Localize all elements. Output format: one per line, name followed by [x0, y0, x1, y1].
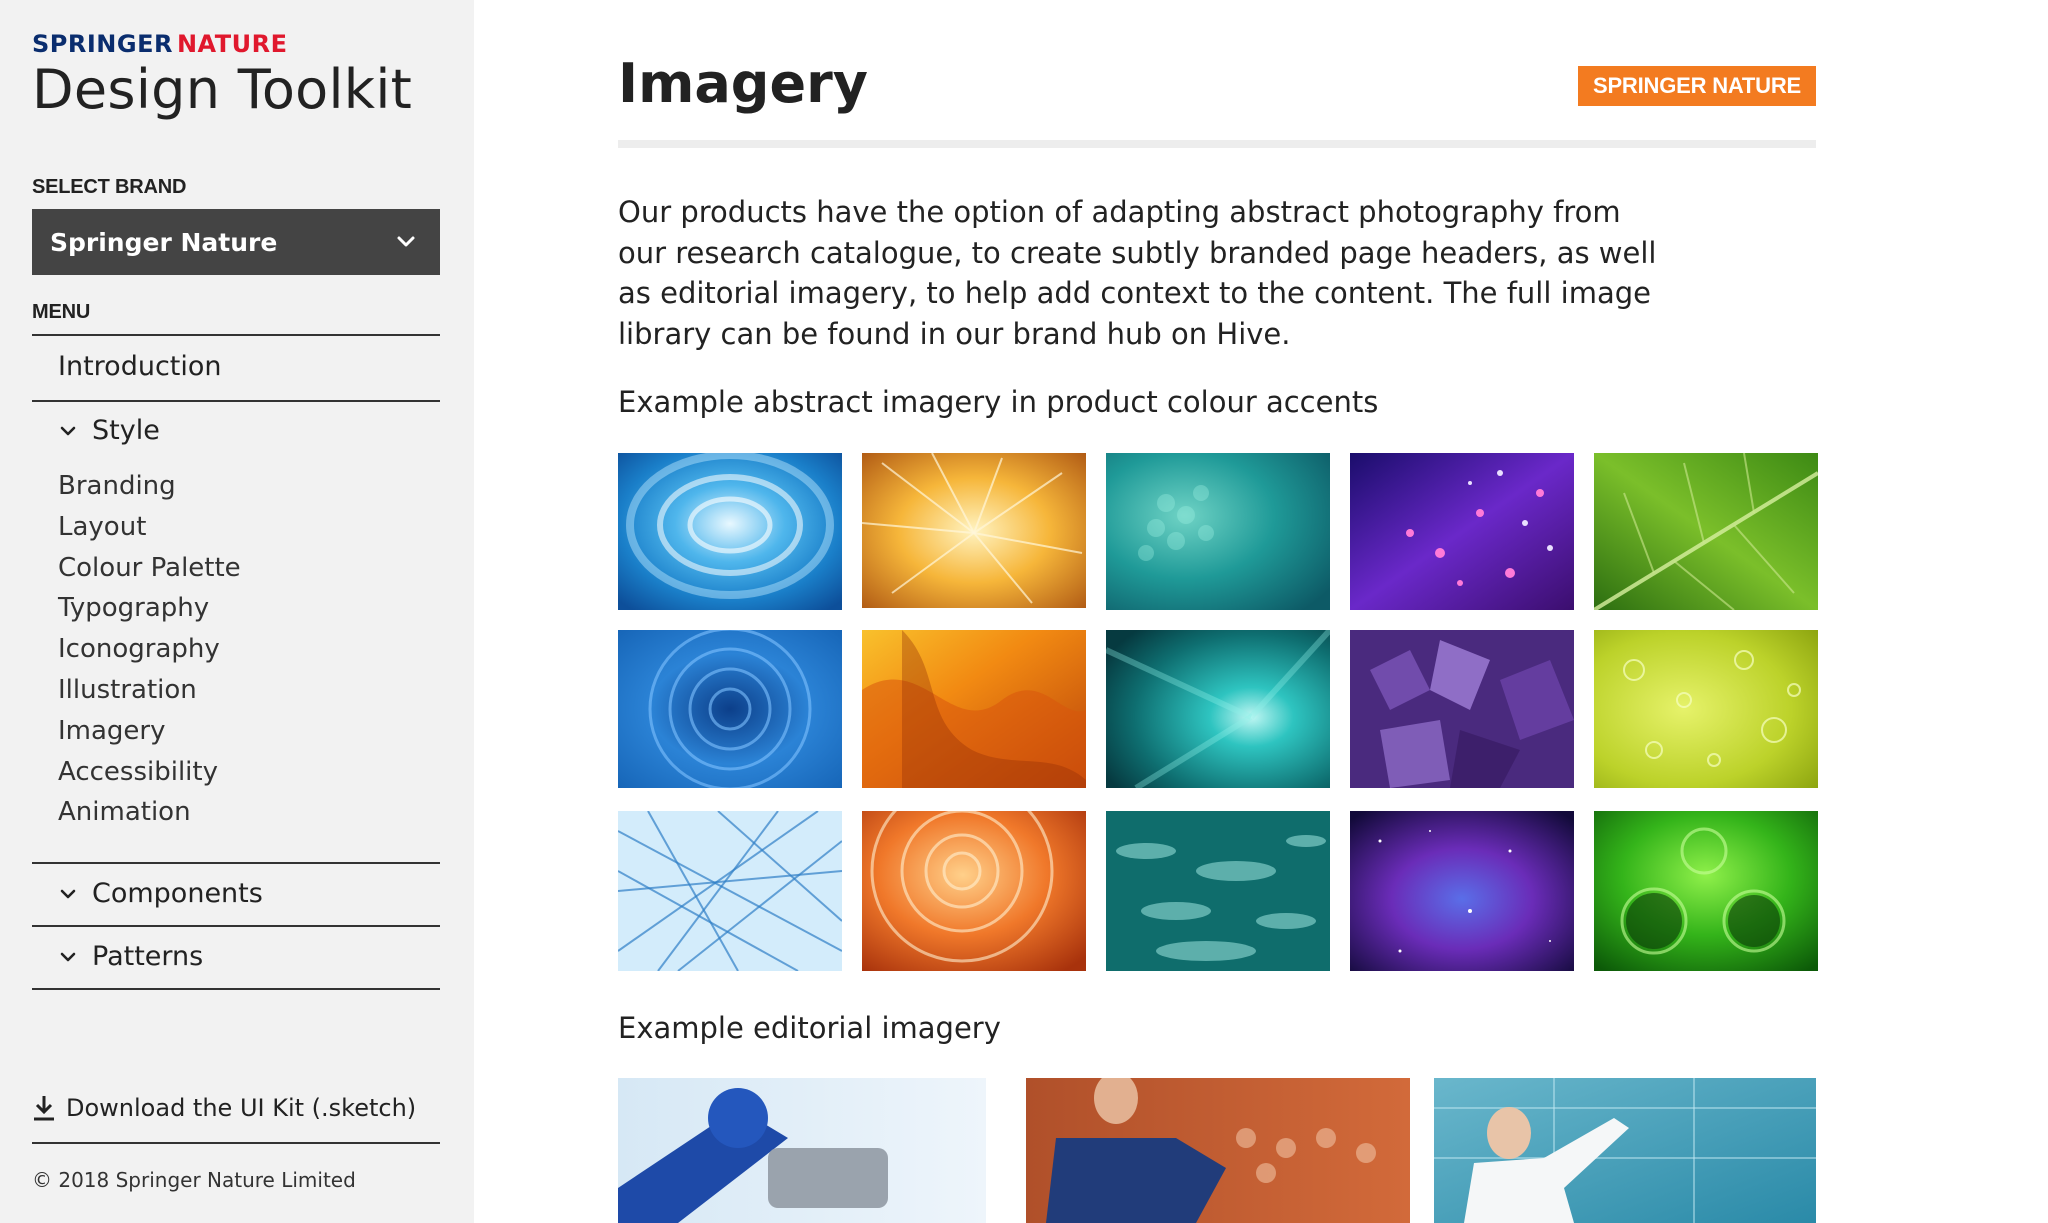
- brand-badge: SPRINGER NATURE: [1578, 66, 1816, 106]
- editorial-image-presenter: [1026, 1078, 1410, 1223]
- menu-item-introduction[interactable]: Introduction: [58, 351, 222, 382]
- abstract-image-blue-swirl: [618, 453, 842, 610]
- submenu-item-accessibility[interactable]: Accessibility: [58, 752, 241, 793]
- chevron-down-icon: [60, 952, 76, 961]
- springer-nature-wordmark: SPRINGER NATURE: [32, 30, 288, 58]
- select-brand-label: SELECT BRAND: [32, 176, 187, 198]
- style-submenu: Branding Layout Colour Palette Typograph…: [58, 466, 241, 833]
- menu-item-patterns[interactable]: Patterns: [58, 941, 203, 972]
- download-icon: [34, 1096, 54, 1121]
- menu-item-components[interactable]: Components: [58, 878, 263, 909]
- abstract-image-blue-lines: [618, 811, 842, 971]
- brand-select-value: Springer Nature: [50, 227, 278, 257]
- abstract-image-nautilus-shell: [862, 811, 1086, 971]
- brand-logo[interactable]: SPRINGER NATURE Design Toolkit: [32, 30, 412, 120]
- abstract-image-green-cells: [1594, 811, 1818, 971]
- submenu-item-layout[interactable]: Layout: [58, 507, 241, 548]
- abstract-image-purple-fibers: [1350, 453, 1574, 610]
- abstract-image-teal-cells: [1106, 453, 1330, 610]
- copyright-text: © 2018 Springer Nature Limited: [32, 1168, 356, 1192]
- editorial-imagery-heading: Example editorial imagery: [618, 1011, 1001, 1045]
- title-divider: [618, 140, 1816, 148]
- brand-select[interactable]: Springer Nature: [32, 209, 440, 275]
- abstract-image-teal-water: [1106, 811, 1330, 971]
- menu-divider: [32, 988, 440, 990]
- submenu-item-animation[interactable]: Animation: [58, 792, 241, 833]
- menu-item-style-label: Style: [92, 415, 160, 446]
- abstract-image-orange-canyon: [862, 630, 1086, 788]
- menu-divider: [32, 925, 440, 927]
- menu-divider: [32, 862, 440, 864]
- download-label: Download the UI Kit (.sketch): [66, 1094, 417, 1122]
- menu-divider: [32, 400, 440, 402]
- chevron-down-icon: [397, 236, 415, 247]
- editorial-image-scientist: [1434, 1078, 1816, 1223]
- abstract-image-orange-dandelion: [862, 453, 1086, 608]
- menu-item-style[interactable]: Style: [58, 415, 160, 446]
- menu-item-patterns-label: Patterns: [92, 941, 204, 972]
- submenu-item-imagery[interactable]: Imagery: [58, 711, 241, 752]
- page-title: Imagery: [618, 52, 868, 115]
- abstract-image-green-leaf: [1594, 453, 1818, 610]
- footer-divider: [32, 1142, 440, 1144]
- chevron-down-icon: [60, 426, 76, 435]
- abstract-image-purple-crystals: [1350, 630, 1574, 788]
- download-ui-kit-link[interactable]: Download the UI Kit (.sketch): [32, 1094, 416, 1122]
- menu-item-components-label: Components: [92, 878, 263, 909]
- abstract-image-lime-bubbles: [1594, 630, 1818, 788]
- intro-paragraph: Our products have the option of adapting…: [618, 195, 1657, 351]
- sidebar: SPRINGER NATURE Design Toolkit SELECT BRA…: [0, 0, 474, 1223]
- submenu-item-typography[interactable]: Typography: [58, 588, 241, 629]
- abstract-image-blue-chrysanthemum: [618, 630, 842, 788]
- submenu-item-iconography[interactable]: Iconography: [58, 629, 241, 670]
- site-title: Design Toolkit: [32, 58, 413, 121]
- menu-divider: [32, 334, 440, 336]
- abstract-imagery-heading: Example abstract imagery in product colo…: [618, 385, 1379, 419]
- menu-label: MENU: [32, 301, 91, 323]
- submenu-item-branding[interactable]: Branding: [58, 466, 241, 507]
- editorial-image-robotic-arm: [618, 1078, 986, 1223]
- submenu-item-colour-palette[interactable]: Colour Palette: [58, 548, 241, 589]
- submenu-item-illustration[interactable]: Illustration: [58, 670, 241, 711]
- abstract-image-purple-nebula: [1350, 811, 1574, 971]
- chevron-down-icon: [60, 889, 76, 898]
- abstract-image-teal-light-burst: [1106, 630, 1330, 788]
